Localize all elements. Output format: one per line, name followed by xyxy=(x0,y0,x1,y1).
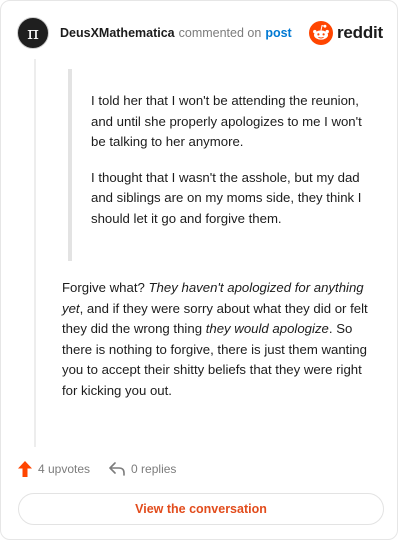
reply-count: 0 replies xyxy=(131,462,177,476)
reddit-wordmark: reddit xyxy=(336,23,383,42)
quote-paragraph: I told her that I won't be attending the… xyxy=(91,93,362,149)
upvote-count: 4 upvotes xyxy=(38,462,91,476)
embedded-comment-card: π DeusXMathematica commented on post red… xyxy=(0,0,398,540)
upvote-button[interactable]: 4 upvotes xyxy=(18,461,90,477)
upvote-arrow-icon xyxy=(18,461,32,477)
comment-header: π DeusXMathematica commented on post red… xyxy=(17,16,383,50)
replies-button[interactable]: 0 replies xyxy=(109,462,176,476)
reddit-snoo-icon xyxy=(308,21,333,45)
username-link[interactable]: DeusXMathematica xyxy=(60,25,175,41)
comment-emphasis: they would apologize xyxy=(205,321,329,336)
reply-arrow-icon xyxy=(109,462,125,476)
pi-avatar-icon: π xyxy=(19,19,47,47)
comment-actions: 4 upvotes 0 replies xyxy=(18,459,176,479)
quote-bar xyxy=(68,69,72,261)
comment-text: Forgive what? xyxy=(62,280,149,295)
thread-line xyxy=(34,59,36,447)
svg-text:π: π xyxy=(27,23,39,44)
post-link[interactable]: post xyxy=(265,25,291,41)
view-conversation-button[interactable]: View the conversation xyxy=(18,493,384,525)
quoted-text: I told her that I won't be attending the… xyxy=(91,91,376,244)
comment-body: Forgive what? They haven't apologized fo… xyxy=(62,278,380,401)
quote-paragraph: I thought that I wasn't the asshole, but… xyxy=(91,169,362,226)
reddit-logo[interactable]: reddit xyxy=(308,21,383,45)
commented-on-text: commented on xyxy=(178,26,262,40)
comment-meta: DeusXMathematica commented on post xyxy=(60,25,292,41)
user-avatar[interactable]: π xyxy=(17,17,49,49)
